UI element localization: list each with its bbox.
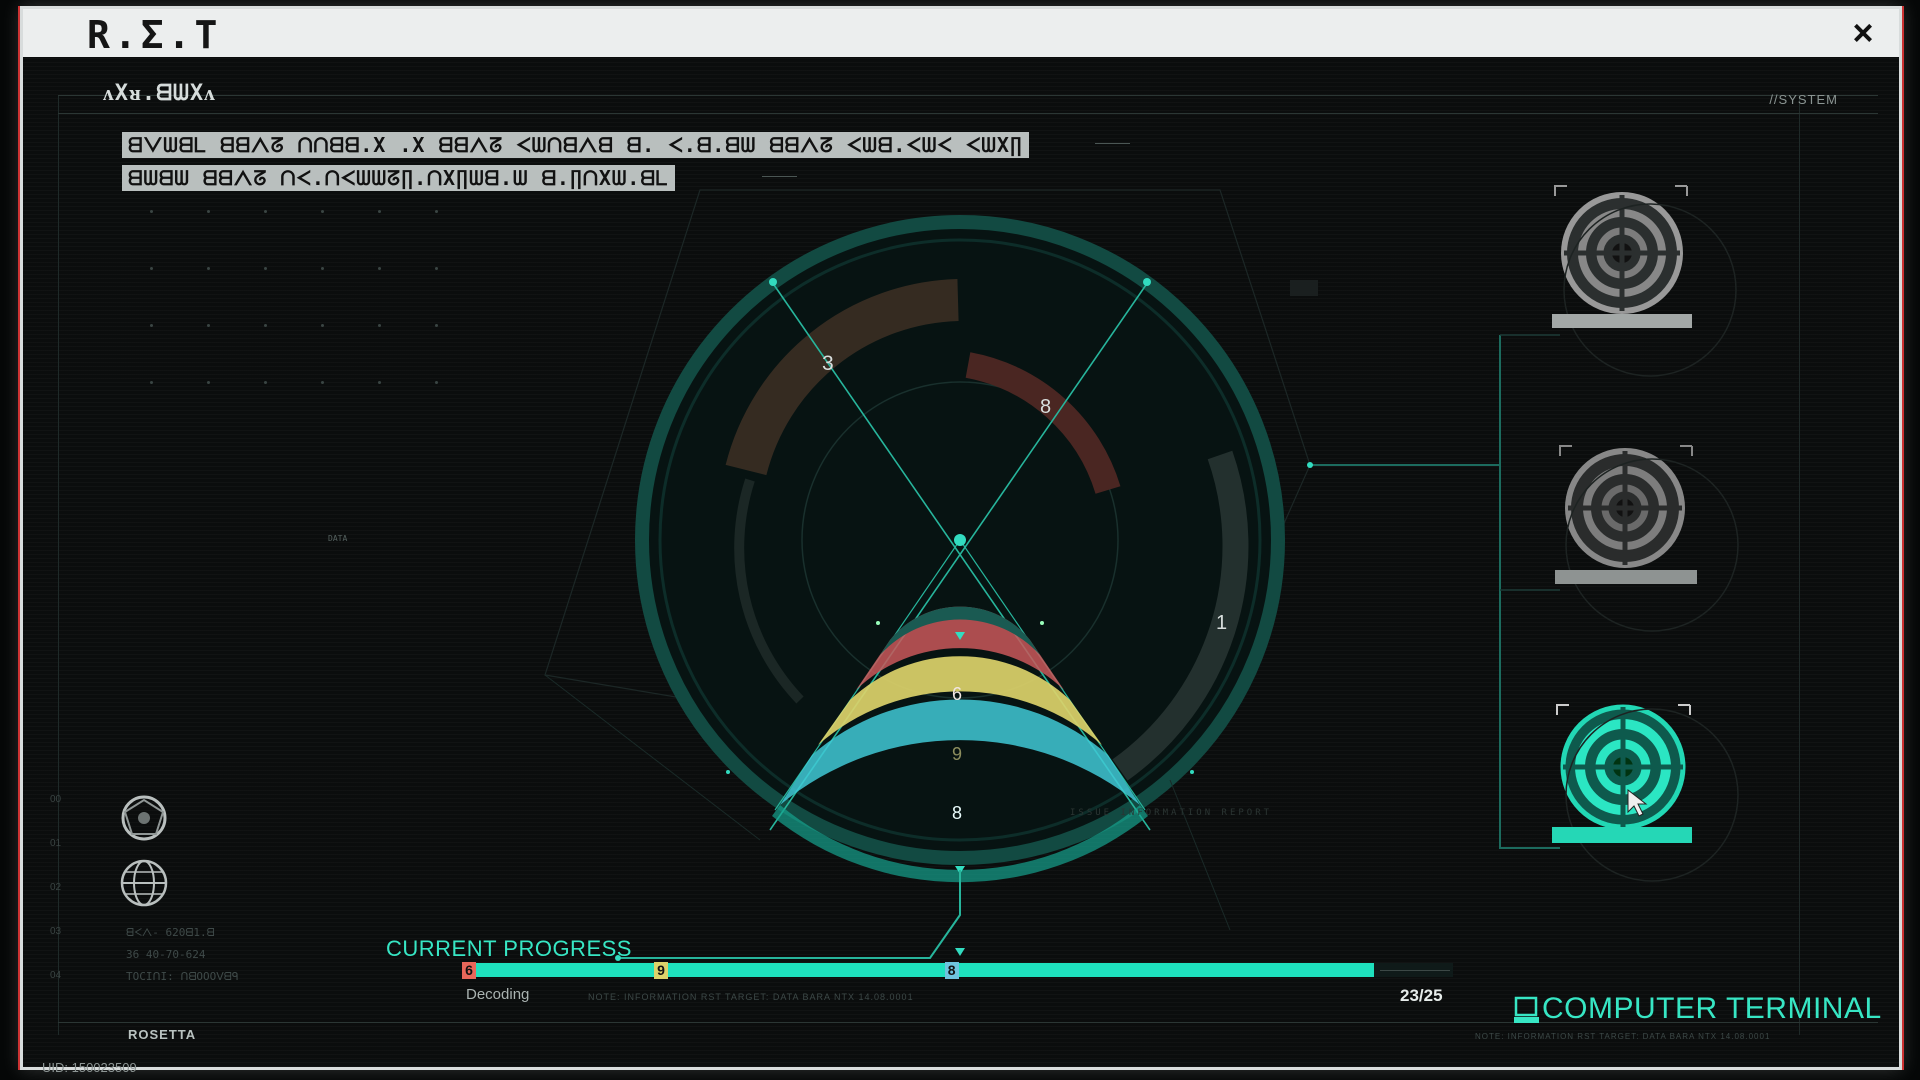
progress-bar: 6 9 8 — [462, 962, 1453, 979]
terminal-label[interactable]: COMPUTER TERMINAL — [1542, 992, 1882, 1026]
progress-bar-fill — [468, 963, 1375, 977]
info-line: 36 40-70-624 — [126, 948, 206, 961]
side-number: 00 — [50, 794, 62, 805]
center-node — [954, 534, 966, 546]
segment-label-3: 3 — [822, 352, 834, 375]
progress-ratio: 23/25 — [1400, 986, 1443, 1005]
progress-note: NOTE: INFORMATION RST TARGET: DATA BARA … — [588, 992, 914, 1002]
lattice-globe-icon[interactable] — [116, 790, 176, 850]
info-line: TOCIᑎI: ᑎᗺOOOᐯᗺᑫ — [126, 970, 239, 983]
node-dot — [1307, 462, 1313, 468]
node-dot — [726, 770, 730, 774]
side-number: 03 — [50, 926, 62, 937]
side-number: 04 — [50, 970, 62, 981]
node-dot — [876, 621, 880, 625]
progress-connector — [618, 870, 961, 959]
target-2-button[interactable] — [1560, 445, 1695, 590]
divider — [1380, 970, 1450, 971]
globe-icon[interactable] — [116, 855, 176, 915]
faint-report-label: ISSUE INFORMATION REPORT — [1070, 808, 1273, 818]
progress-marker-9: 9 — [654, 962, 669, 979]
terminal-icon — [1514, 996, 1539, 1023]
node-dot — [1190, 770, 1194, 774]
progress-marker-8: 8 — [944, 962, 959, 979]
band-label-red: 6 — [952, 684, 963, 704]
side-number: 01 — [50, 838, 62, 849]
target-connector — [1499, 335, 1560, 849]
rosetta-label: ROSETTA — [128, 1027, 197, 1042]
faint-line — [1169, 779, 1231, 931]
progress-label: CURRENT PROGRESS — [386, 936, 632, 961]
info-line: ᗺᐸᐱ- 620ᗺ1.ᗺ — [126, 926, 215, 939]
node-dot — [769, 278, 777, 286]
terminal-note: NOTE: INFORMATION RST TARGET: DATA BARA … — [1475, 1032, 1771, 1041]
uid-label: UID: 150023509 — [42, 1060, 137, 1075]
faint-data-label: DATA — [328, 534, 348, 543]
target-1-button[interactable] — [1555, 185, 1690, 330]
side-number: 02 — [50, 882, 62, 893]
caret-down-icon — [955, 948, 965, 956]
target-3-button[interactable] — [1557, 705, 1692, 850]
status-text: Decoding — [466, 986, 530, 1003]
band-label-cyan: 8 — [952, 803, 963, 823]
progress-marker-6: 6 — [462, 962, 476, 979]
segment-label-8: 8 — [1040, 396, 1052, 418]
small-block — [1290, 280, 1318, 296]
node-dot — [1040, 621, 1044, 625]
band-label-yellow: 9 — [952, 744, 963, 764]
node-dot — [1143, 278, 1151, 286]
segment-label-1: 1 — [1216, 612, 1228, 634]
